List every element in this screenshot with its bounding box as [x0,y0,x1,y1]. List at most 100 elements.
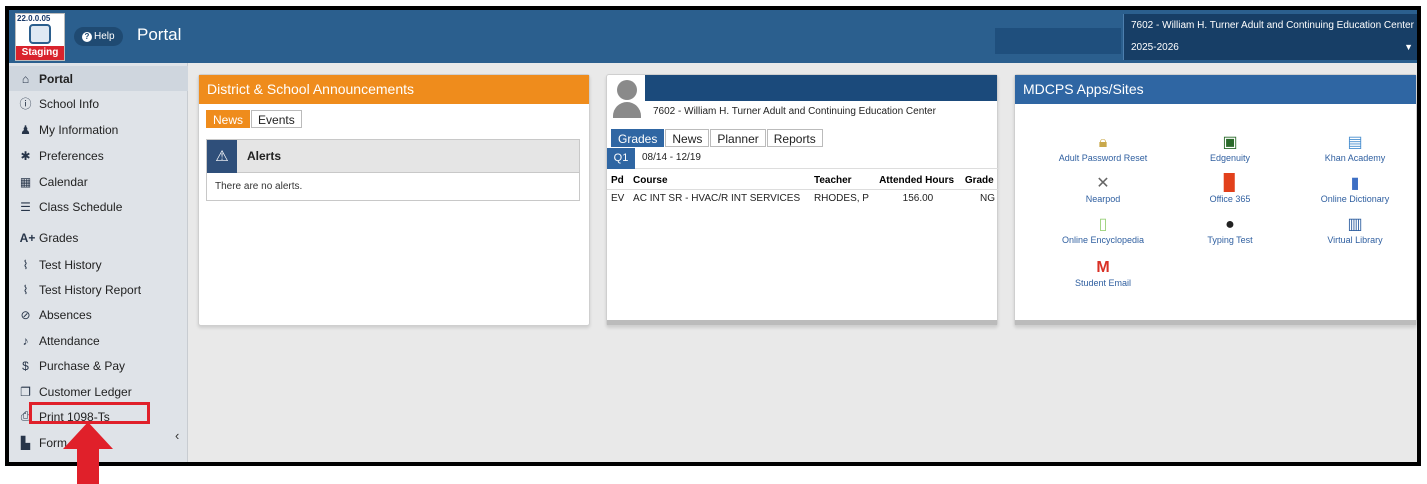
col-teacher: Teacher [809,172,876,190]
sidebar-item-class-schedule[interactable]: ☰ Class Schedule [9,194,188,219]
alerts-header: ⚠ Alerts [207,139,579,173]
caret-down-icon: ▼ [1404,42,1413,52]
tab-planner[interactable]: Planner [710,129,766,147]
cell-attended-hours[interactable]: 156.00 [875,190,961,208]
collapse-sidebar-icon[interactable]: ‹ [175,428,179,443]
tab-news[interactable]: News [665,129,710,147]
panel-footer [1015,320,1416,325]
chart-line-icon: ⌇ [22,282,29,297]
student-panel: 7602 - William H. Turner Adult and Conti… [606,74,999,326]
tab-events[interactable]: Events [251,110,302,128]
app-logo-icon [29,24,51,44]
staging-badge: Staging [16,46,64,60]
staging-logo[interactable]: 22.0.0.05 Staging [15,13,65,61]
sidebar-item-school-info[interactable]: ⓘ School Info [9,91,188,116]
col-pd: Pd [607,172,630,190]
sidebar-item-customer-ledger[interactable]: ❐ Customer Ledger [9,379,188,404]
app-online-dictionary[interactable]: ▮ Online Dictionary [1295,174,1415,204]
top-header: 22.0.0.05 Staging ? Help Portal 7602 - Wi… [9,10,1417,63]
gear-icon: ✱ [20,148,31,163]
app-online-encyclopedia[interactable]: ▯ Online Encyclopedia [1043,215,1163,245]
term-range: 08/14 - 12/19 [642,152,701,163]
list-icon: ☰ [20,199,31,214]
apps-title: MDCPS Apps/Sites [1015,75,1416,104]
user-icon: ♟ [20,122,31,137]
annotation-arrow-icon [63,422,113,484]
chart-line-icon: ⌇ [22,257,29,272]
student-school: 7602 - William H. Turner Adult and Conti… [653,106,936,117]
sidebar-item-preferences[interactable]: ✱ Preferences [9,143,188,168]
help-label: Help [94,31,115,42]
panel-footer [607,320,997,325]
student-tabs: Grades News Planner Reports [611,129,824,147]
app-student-email[interactable]: M Student Email [1043,258,1163,288]
student-name-bar-redacted [645,75,997,101]
alerts-box: ⚠ Alerts There are no alerts. [206,139,580,201]
school-year: 2025-2026 [1131,42,1179,53]
cell-pd: EV [611,193,625,204]
copy-icon: ❐ [20,384,31,399]
cell-teacher: RHODES, P [813,193,869,204]
grades-icon: A+ [19,230,36,245]
school-name: 7602 - William H. Turner Adult and Conti… [1131,20,1414,31]
school-selector[interactable]: 7602 - William H. Turner Adult and Conti… [1123,14,1417,60]
keyboard-icon: ● [1225,216,1235,233]
help-button[interactable]: ? Help [74,27,123,46]
app-nearpod[interactable]: ✕ Nearpod [1043,174,1163,204]
term-row: Q1 08/14 - 12/19 [607,148,999,169]
library-icon: ▥ [1347,216,1363,233]
grades-table: Pd Course Teacher Attended Hours Grade E… [607,172,999,207]
document-icon: ▙ [20,435,31,450]
page-title: Portal [137,25,182,44]
sidebar-item-test-history-report[interactable]: ⌇ Test History Report [9,277,188,302]
tab-news[interactable]: News [206,110,251,128]
cell-grade[interactable]: NG [961,190,999,208]
col-grade: Grade [960,172,999,190]
announcements-title: District & School Announcements [199,75,589,104]
app-adult-password-reset[interactable]: 🔒︎ Adult Password Reset [1043,133,1163,163]
gmail-icon: M [1096,259,1110,276]
notebook-icon: ▯ [1098,216,1108,233]
sidebar-item-attendance[interactable]: ♪ Attendance [9,328,188,353]
sidebar-item-calendar[interactable]: ▦ Calendar [9,169,188,194]
lock-icon: 🔒︎ [1098,134,1108,151]
home-icon: ⌂ [21,71,30,86]
tools-icon: ✕ [1096,175,1110,192]
app-virtual-library[interactable]: ▥ Virtual Library [1295,215,1415,245]
screenshot-frame: 22.0.0.05 Staging ? Help Portal 7602 - Wi… [5,6,1421,466]
col-attended-hours: Attended Hours [875,172,961,190]
app-typing-test[interactable]: ● Typing Test [1170,215,1290,245]
tab-reports[interactable]: Reports [766,129,823,147]
annotation-highlight-box [29,402,150,424]
app-khan-academy[interactable]: ▤ Khan Academy [1295,133,1415,163]
sidebar-item-grades[interactable]: A+ Grades [9,225,188,250]
col-course: Course [629,172,810,190]
sidebar-item-purchase-pay[interactable]: $ Purchase & Pay [9,353,188,378]
app-office-365[interactable]: ▉ Office 365 [1170,174,1290,204]
grades-header-row: Pd Course Teacher Attended Hours Grade [607,172,999,190]
office-icon: ▉ [1223,175,1237,192]
sidebar-item-portal[interactable]: ⌂ Portal [9,66,188,91]
app-edgenuity[interactable]: ▣ Edgenuity [1170,133,1290,163]
computer-icon: ▤ [1347,134,1363,151]
info-icon: ⓘ [19,97,32,111]
monitor-icon: ▣ [1222,134,1238,151]
apps-panel: MDCPS Apps/Sites 🔒︎ Adult Password Reset … [1014,74,1417,326]
user-block-redacted[interactable] [995,28,1121,54]
announcement-tabs: News Events [206,110,303,128]
student-avatar [613,80,641,122]
cell-course: AC INT SR - HVAC/R INT SERVICES [633,193,801,204]
logo-version: 22.0.0.05 [17,14,51,23]
tab-grades[interactable]: Grades [611,129,665,147]
dollar-icon: $ [22,358,29,373]
sidebar-item-absences[interactable]: ⊘ Absences [9,302,188,327]
bell-icon: ♪ [22,333,29,348]
sidebar-item-test-history[interactable]: ⌇ Test History [9,252,188,277]
sidebar-item-my-information[interactable]: ♟ My Information [9,117,188,142]
app-screen: 22.0.0.05 Staging ? Help Portal 7602 - Wi… [9,10,1417,462]
alerts-title: Alerts [247,149,282,163]
announcements-panel: District & School Announcements News Eve… [198,74,590,326]
book-icon: ▮ [1350,175,1360,192]
term-badge[interactable]: Q1 [607,148,635,169]
ban-icon: ⊘ [20,307,31,322]
